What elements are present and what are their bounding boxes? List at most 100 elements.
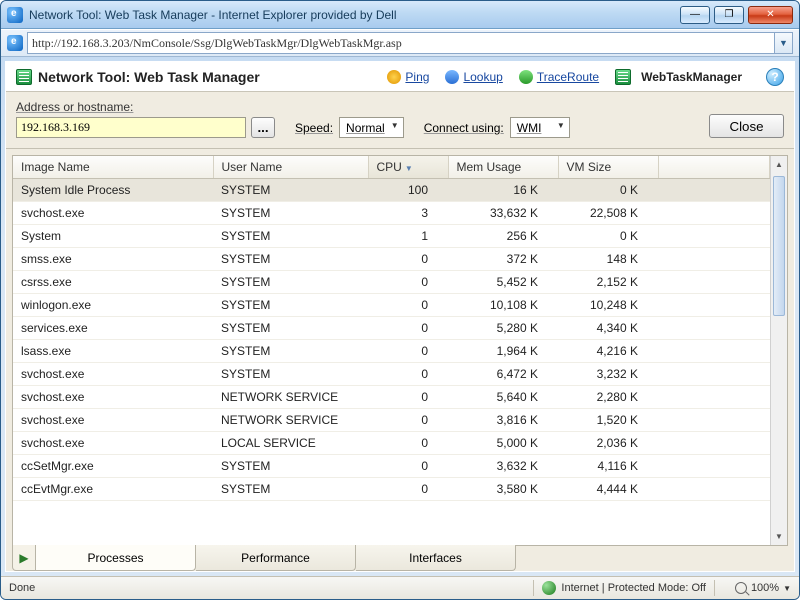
cell-spacer <box>658 271 770 294</box>
cell-user: SYSTEM <box>213 179 368 202</box>
cell-spacer <box>658 363 770 386</box>
cell-mem: 5,640 K <box>448 386 558 409</box>
cell-cpu: 0 <box>368 455 448 478</box>
address-input[interactable] <box>16 117 246 138</box>
cell-vm: 4,340 K <box>558 317 658 340</box>
cell-cpu: 0 <box>368 248 448 271</box>
status-separator <box>533 580 534 596</box>
process-table-container: Image Name User Name CPU▼ Mem Usage VM S… <box>12 155 788 546</box>
maximize-button[interactable]: ❐ <box>714 6 744 24</box>
speed-dropdown[interactable]: Normal <box>339 117 404 138</box>
zoom-control[interactable]: 100% ▼ <box>735 582 791 594</box>
cell-cpu: 100 <box>368 179 448 202</box>
cell-user: SYSTEM <box>213 478 368 501</box>
table-row[interactable]: services.exeSYSTEM05,280 K4,340 K <box>13 317 770 340</box>
table-row[interactable]: winlogon.exeSYSTEM010,108 K10,248 K <box>13 294 770 317</box>
cell-cpu: 1 <box>368 225 448 248</box>
cell-image: svchost.exe <box>13 202 213 225</box>
cell-user: NETWORK SERVICE <box>213 386 368 409</box>
cell-spacer <box>658 294 770 317</box>
status-separator <box>714 580 715 596</box>
taskmanager-icon <box>615 69 631 85</box>
col-cpu[interactable]: CPU▼ <box>368 156 448 179</box>
cell-mem: 5,280 K <box>448 317 558 340</box>
cell-cpu: 0 <box>368 386 448 409</box>
cell-cpu: 0 <box>368 340 448 363</box>
url-dropdown-button[interactable]: ▼ <box>775 32 793 54</box>
lookup-link[interactable]: Lookup <box>445 70 502 84</box>
cell-image: ccSetMgr.exe <box>13 455 213 478</box>
traceroute-link[interactable]: TraceRoute <box>519 70 599 84</box>
table-row[interactable]: System Idle ProcessSYSTEM10016 K0 K <box>13 179 770 202</box>
zoom-value: 100% <box>751 582 779 594</box>
cell-vm: 2,280 K <box>558 386 658 409</box>
cell-vm: 22,508 K <box>558 202 658 225</box>
table-row[interactable]: svchost.exeLOCAL SERVICE05,000 K2,036 K <box>13 432 770 455</box>
tab-interfaces[interactable]: Interfaces <box>356 545 516 571</box>
col-user-name[interactable]: User Name <box>213 156 368 179</box>
minimize-button[interactable]: — <box>680 6 710 24</box>
help-button[interactable]: ? <box>766 68 784 86</box>
cell-user: SYSTEM <box>213 317 368 340</box>
ping-link[interactable]: Ping <box>387 70 429 84</box>
lookup-icon <box>445 70 459 84</box>
table-row[interactable]: svchost.exeNETWORK SERVICE05,640 K2,280 … <box>13 386 770 409</box>
table-row[interactable]: svchost.exeSYSTEM333,632 K22,508 K <box>13 202 770 225</box>
close-button[interactable]: Close <box>709 114 784 138</box>
cell-spacer <box>658 340 770 363</box>
connect-dropdown[interactable]: WMI <box>510 117 570 138</box>
ping-icon <box>387 70 401 84</box>
status-left: Done <box>9 582 525 594</box>
tab-performance[interactable]: Performance <box>196 545 356 571</box>
url-input[interactable] <box>27 32 775 54</box>
cell-mem: 33,632 K <box>448 202 558 225</box>
col-spacer <box>658 156 770 179</box>
scroll-thumb[interactable] <box>773 176 785 316</box>
play-button[interactable]: ▶ <box>12 545 36 571</box>
browser-address-bar: ▼ <box>1 29 799 57</box>
col-image-name[interactable]: Image Name <box>13 156 213 179</box>
tab-processes[interactable]: Processes <box>36 545 196 571</box>
close-window-button[interactable]: ✕ <box>748 6 793 24</box>
process-table: Image Name User Name CPU▼ Mem Usage VM S… <box>13 156 770 501</box>
table-row[interactable]: SystemSYSTEM1256 K0 K <box>13 225 770 248</box>
cell-user: SYSTEM <box>213 294 368 317</box>
scroll-down-icon[interactable]: ▼ <box>771 528 787 545</box>
cell-user: SYSTEM <box>213 248 368 271</box>
traceroute-icon <box>519 70 533 84</box>
cell-cpu: 0 <box>368 294 448 317</box>
table-row[interactable]: csrss.exeSYSTEM05,452 K2,152 K <box>13 271 770 294</box>
cell-cpu: 0 <box>368 317 448 340</box>
table-row[interactable]: ccSetMgr.exeSYSTEM03,632 K4,116 K <box>13 455 770 478</box>
table-row[interactable]: svchost.exeNETWORK SERVICE03,816 K1,520 … <box>13 409 770 432</box>
col-vm-size[interactable]: VM Size <box>558 156 658 179</box>
browse-button[interactable]: ... <box>251 117 275 138</box>
cell-cpu: 3 <box>368 202 448 225</box>
status-zone: Internet | Protected Mode: Off <box>561 582 706 594</box>
table-row[interactable]: ccEvtMgr.exeSYSTEM03,580 K4,444 K <box>13 478 770 501</box>
cell-image: svchost.exe <box>13 386 213 409</box>
cell-user: SYSTEM <box>213 271 368 294</box>
cell-spacer <box>658 202 770 225</box>
cell-image: System Idle Process <box>13 179 213 202</box>
cell-vm: 3,232 K <box>558 363 658 386</box>
page-header: Network Tool: Web Task Manager Ping Look… <box>6 62 794 92</box>
table-row[interactable]: lsass.exeSYSTEM01,964 K4,216 K <box>13 340 770 363</box>
table-row[interactable]: svchost.exeSYSTEM06,472 K3,232 K <box>13 363 770 386</box>
cell-mem: 372 K <box>448 248 558 271</box>
window-buttons: — ❐ ✕ <box>676 6 793 24</box>
zoom-dropdown-icon: ▼ <box>783 584 791 593</box>
table-row[interactable]: smss.exeSYSTEM0372 K148 K <box>13 248 770 271</box>
speed-label: Speed: <box>295 121 333 135</box>
window-title: Network Tool: Web Task Manager - Interne… <box>29 8 676 22</box>
vertical-scrollbar[interactable]: ▲ ▼ <box>770 156 787 545</box>
cell-spacer <box>658 248 770 271</box>
table-body: System Idle ProcessSYSTEM10016 K0 Ksvcho… <box>13 179 770 501</box>
scroll-up-icon[interactable]: ▲ <box>771 156 787 173</box>
cell-vm: 2,152 K <box>558 271 658 294</box>
col-mem-usage[interactable]: Mem Usage <box>448 156 558 179</box>
cell-mem: 10,108 K <box>448 294 558 317</box>
cell-spacer <box>658 386 770 409</box>
table-header-row: Image Name User Name CPU▼ Mem Usage VM S… <box>13 156 770 179</box>
page-title-text: Network Tool: Web Task Manager <box>38 69 260 85</box>
